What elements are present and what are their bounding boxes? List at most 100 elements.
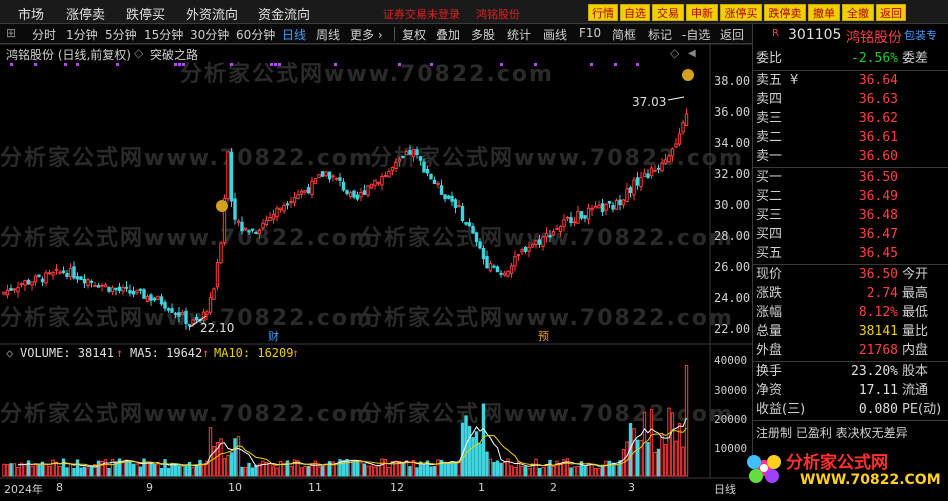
price-axis-tick: 22.00	[714, 322, 751, 336]
volume-bar	[236, 436, 241, 477]
candle-body	[75, 276, 80, 280]
volume-bar	[289, 465, 293, 477]
bid-row[interactable]: 买一 36.50	[752, 170, 948, 186]
candle-body	[373, 179, 377, 186]
candle-body	[58, 271, 62, 274]
candle-body	[26, 279, 31, 285]
volume-bar	[604, 460, 608, 477]
candle-body	[65, 272, 69, 277]
price-axis-tick: 28.00	[714, 229, 751, 243]
candle-body	[635, 177, 640, 186]
ask-row[interactable]: 卖四 36.63	[752, 92, 948, 108]
candle-body	[306, 187, 311, 194]
ask-row[interactable]: 卖三 36.62	[752, 111, 948, 127]
bid-row[interactable]: 买四 36.47	[752, 227, 948, 243]
quick-limit-down-sell-button[interactable]: 跌停卖	[764, 4, 806, 21]
r-marker: R	[772, 28, 779, 39]
ma5-arrow-icon: ↑	[202, 346, 210, 360]
quick-cancel-button[interactable]: 撤单	[808, 4, 840, 21]
candle-body	[271, 213, 276, 220]
bottom-period-tab[interactable]: 日线	[714, 481, 736, 497]
volume-bar	[488, 458, 493, 477]
volume-bar	[16, 467, 20, 477]
candle-body	[107, 287, 111, 292]
ask-price: 36.60	[858, 149, 898, 164]
signal-dot	[500, 63, 503, 66]
time-axis-label: 2	[550, 481, 557, 494]
volume-bar	[513, 467, 517, 477]
bid-row[interactable]: 买二 36.49	[752, 189, 948, 205]
volume-bar	[37, 463, 41, 477]
volume-bar	[198, 459, 202, 477]
volume-bar	[324, 463, 328, 477]
candle-body	[450, 195, 454, 202]
candle-body	[551, 230, 556, 236]
candle-body	[509, 265, 514, 274]
volume-bar	[271, 466, 276, 477]
kline-chart[interactable]	[0, 0, 752, 480]
sector-badge[interactable]: 包装专	[904, 27, 937, 43]
volume-bar	[96, 460, 101, 477]
candle-body	[292, 197, 297, 203]
quick-cancel-all-button[interactable]: 全撤	[842, 4, 874, 21]
ask-row[interactable]: 卖二 36.61	[752, 130, 948, 146]
volume-bar	[89, 466, 94, 477]
candle-body	[96, 285, 101, 288]
candle-body	[145, 296, 150, 302]
candle-body	[502, 272, 507, 276]
candle-body	[289, 201, 293, 204]
volume-bar	[138, 466, 143, 477]
ask-row[interactable]: 卖五 ¥ 36.64	[752, 73, 948, 89]
candle-body	[586, 207, 591, 220]
volume-bar	[593, 467, 598, 477]
candle-body	[299, 190, 304, 195]
volume-bar	[75, 459, 80, 477]
candle-body	[338, 177, 342, 181]
bid-row[interactable]: 买五 36.45	[752, 246, 948, 262]
volume-bar	[502, 461, 507, 477]
volume-bar	[415, 467, 419, 477]
volume-bar	[163, 459, 167, 477]
volume-bar	[79, 467, 83, 477]
high-arrow	[667, 96, 685, 101]
candle-body	[404, 150, 409, 156]
signal-dot	[34, 63, 37, 66]
weibi-value: -2.56%	[851, 51, 898, 66]
volume-bar	[460, 422, 465, 477]
volume-bar	[446, 463, 451, 477]
volume-bar	[268, 463, 272, 477]
ma10-line	[35, 427, 687, 467]
stat-label: 收益(三)	[756, 402, 806, 417]
yen-icon: ¥	[790, 73, 799, 88]
signal-dot	[430, 63, 433, 66]
candle-body	[61, 270, 66, 274]
candle-body	[418, 156, 423, 161]
forecast-marker[interactable]: 预	[538, 328, 549, 344]
ask-row[interactable]: 卖一 36.60	[752, 149, 948, 165]
candle-body	[376, 181, 381, 184]
volume-bar	[541, 467, 545, 477]
volume-bar	[51, 459, 55, 477]
candle-body	[481, 247, 486, 260]
candle-body	[681, 122, 685, 133]
weibi-row: 委比 -2.56% 委差	[752, 51, 948, 67]
stat-value: 8.12%	[858, 305, 898, 320]
signal-dot	[116, 63, 119, 66]
candle-body	[86, 279, 90, 287]
divider	[752, 167, 948, 168]
time-axis-label: 3	[628, 481, 635, 494]
candle-body	[23, 280, 27, 286]
candle-body	[583, 215, 587, 219]
candle-body	[114, 287, 118, 291]
volume-panel-icon[interactable]: ◇	[6, 346, 13, 360]
volume-bar	[208, 427, 213, 477]
volume-bar	[58, 466, 62, 477]
stat-label-2: 最低	[902, 305, 929, 320]
candle-body	[359, 192, 363, 198]
quick-return-button[interactable]: 返回	[876, 4, 906, 21]
bid-row[interactable]: 买三 36.48	[752, 208, 948, 224]
volume-bar	[194, 464, 199, 477]
volume-bar	[275, 467, 279, 477]
time-axis-label: 1	[478, 481, 485, 494]
financial-report-marker[interactable]: 财	[268, 328, 279, 344]
